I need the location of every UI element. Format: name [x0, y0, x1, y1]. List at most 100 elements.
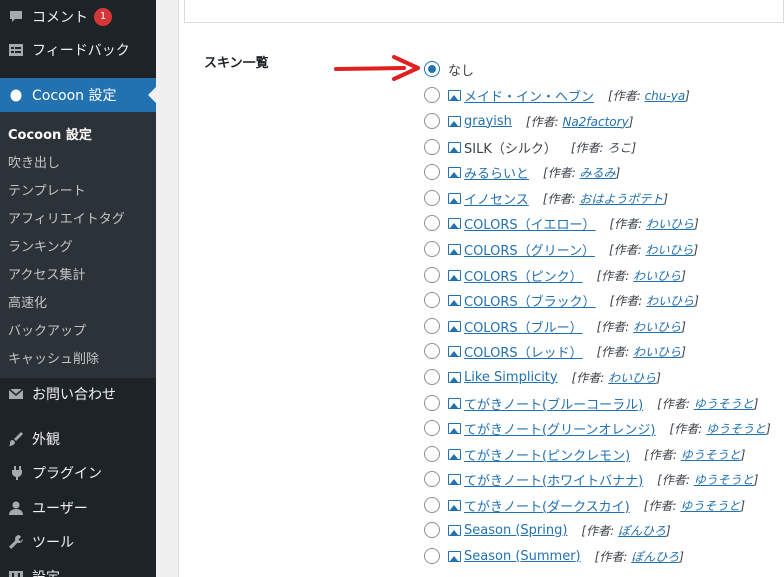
skin-option[interactable]: てがきノート(ブルーコーラル) [作者: ゆうそうと] [424, 392, 758, 414]
skin-option[interactable]: イノセンス [作者: おはようポテト] [424, 187, 668, 209]
menu-item-appearance[interactable]: 外観 [0, 422, 156, 456]
skin-radio-button[interactable] [424, 420, 440, 436]
skin-radio-button[interactable] [424, 292, 440, 308]
skin-radio-button[interactable] [424, 548, 440, 564]
menu-item-settings[interactable]: 設定 [0, 560, 156, 577]
skin-option[interactable]: なし [424, 58, 474, 80]
skin-radio-button[interactable] [424, 318, 440, 334]
skin-radio-button[interactable] [424, 61, 440, 77]
skin-radio-button[interactable] [424, 369, 440, 385]
skin-radio-button[interactable] [424, 446, 440, 462]
image-preview-icon[interactable] [448, 141, 461, 153]
author-link[interactable]: わいひら [646, 243, 694, 257]
author-link[interactable]: ゆうそうと [706, 422, 766, 436]
image-preview-icon[interactable] [448, 473, 461, 485]
skin-radio-button[interactable] [424, 139, 440, 155]
submenu-item-cocoon-settings[interactable]: Cocoon 設定 [8, 124, 92, 143]
skin-option[interactable]: みるらいと [作者: みるみ] [424, 161, 620, 183]
author-link[interactable]: わいひら [633, 320, 681, 334]
skin-name-link[interactable]: grayish [464, 114, 512, 129]
author-link[interactable]: ゆうそうと [694, 397, 754, 411]
skin-radio-button[interactable] [424, 164, 440, 180]
skin-name-link[interactable]: てがきノート(グリーンオレンジ) [464, 419, 656, 438]
submenu-item-cache-clear[interactable]: キャッシュ削除 [8, 348, 99, 367]
author-link[interactable]: おはようポテト [579, 192, 663, 206]
skin-radio-button[interactable] [424, 522, 440, 538]
author-link[interactable]: Na2factory [562, 115, 628, 129]
image-preview-icon[interactable] [448, 294, 461, 306]
skin-name-link[interactable]: COLORS（ブラック） [464, 291, 596, 310]
author-link[interactable]: みるみ [580, 166, 616, 180]
image-preview-icon[interactable] [448, 371, 461, 383]
skin-radio-button[interactable] [424, 190, 440, 206]
skin-name-link[interactable]: てがきノート(ピンクレモン) [464, 445, 630, 464]
skin-radio-button[interactable] [424, 471, 440, 487]
skin-option[interactable]: てがきノート(ピンクレモン) [作者: ゆうそうと] [424, 443, 745, 465]
image-preview-icon[interactable] [448, 115, 461, 127]
skin-option[interactable]: てがきノート(ホワイトバナナ) [作者: ゆうそうと] [424, 468, 758, 490]
menu-item-tools[interactable]: ツール [0, 525, 156, 559]
skin-option[interactable]: メイド・イン・ヘブン [作者: chu-ya] [424, 84, 690, 106]
skin-name-link[interactable]: Season (Spring) [464, 523, 567, 538]
skin-name-link[interactable]: メイド・イン・ヘブン [464, 86, 594, 105]
author-link[interactable]: ぽんひろ [618, 524, 666, 538]
author-link[interactable]: ゆうそうと [680, 499, 740, 513]
skin-name-link[interactable]: COLORS（イエロー） [464, 214, 595, 233]
author-link[interactable]: わいひら [646, 217, 694, 231]
submenu-item-speed-up[interactable]: 高速化 [8, 292, 47, 311]
skin-name-link[interactable]: Season (Summer) [464, 549, 581, 564]
image-preview-icon[interactable] [448, 320, 461, 332]
author-link[interactable]: ゆうそうと [681, 448, 741, 462]
skin-option[interactable]: Season (Spring) [作者: ぽんひろ] [424, 519, 671, 541]
skin-option[interactable]: COLORS（ブルー） [作者: わいひら] [424, 315, 686, 337]
image-preview-icon[interactable] [448, 397, 461, 409]
submenu-item-ranking[interactable]: ランキング [8, 236, 73, 255]
author-link[interactable]: わいひら [646, 294, 694, 308]
submenu-item-template[interactable]: テンプレート [8, 180, 86, 199]
skin-radio-button[interactable] [424, 497, 440, 513]
menu-item-contact[interactable]: お問い合わせ [0, 377, 156, 411]
submenu-item-affiliate-tag[interactable]: アフィリエイトタグ [8, 208, 125, 227]
menu-item-feedback[interactable]: フィードバック [0, 33, 156, 67]
image-preview-icon[interactable] [448, 243, 461, 255]
skin-radio-button[interactable] [424, 343, 440, 359]
skin-option[interactable]: SILK（シルク） [作者: ろこ] [424, 136, 636, 158]
skin-radio-button[interactable] [424, 113, 440, 129]
submenu-item-backup[interactable]: バックアップ [8, 320, 86, 339]
skin-radio-button[interactable] [424, 267, 440, 283]
skin-radio-button[interactable] [424, 87, 440, 103]
menu-item-users[interactable]: ユーザー [0, 491, 156, 525]
skin-name-link[interactable]: てがきノート(ダークスカイ) [464, 496, 630, 515]
menu-item-plugins[interactable]: プラグイン [0, 456, 156, 490]
skin-option[interactable]: COLORS（ピンク） [作者: わいひら] [424, 264, 686, 286]
image-preview-icon[interactable] [448, 345, 461, 357]
skin-name-link[interactable]: COLORS（ブルー） [464, 317, 583, 336]
skin-option[interactable]: COLORS（レッド） [作者: わいひら] [424, 340, 686, 362]
skin-option[interactable]: COLORS（イエロー） [作者: わいひら] [424, 212, 699, 234]
author-link[interactable]: ゆうそうと [694, 473, 754, 487]
image-preview-icon[interactable] [448, 89, 461, 101]
author-link[interactable]: ぽんひろ [631, 550, 679, 564]
skin-name-link[interactable]: みるらいと [464, 163, 529, 182]
skin-name-link[interactable]: イノセンス [464, 189, 529, 208]
author-link[interactable]: chu-ya [645, 89, 686, 103]
submenu-item-balloon[interactable]: 吹き出し [8, 152, 60, 171]
menu-item-comments[interactable]: コメント 1 [0, 0, 156, 34]
skin-radio-button[interactable] [424, 215, 440, 231]
skin-option[interactable]: てがきノート(グリーンオレンジ) [作者: ゆうそうと] [424, 417, 771, 439]
skin-name-link[interactable]: COLORS（ピンク） [464, 266, 583, 285]
author-link[interactable]: わいひら [633, 345, 681, 359]
skin-name-link[interactable]: Like Simplicity [464, 370, 558, 385]
author-link[interactable]: わいひら [633, 269, 681, 283]
image-preview-icon[interactable] [448, 448, 461, 460]
image-preview-icon[interactable] [448, 269, 461, 281]
submenu-item-access-count[interactable]: アクセス集計 [8, 264, 85, 283]
image-preview-icon[interactable] [448, 166, 461, 178]
menu-item-cocoon-settings[interactable]: Cocoon 設定 [0, 78, 156, 112]
skin-name-link[interactable]: COLORS（グリーン） [464, 240, 595, 259]
skin-option[interactable]: COLORS（ブラック） [作者: わいひら] [424, 289, 699, 311]
author-link[interactable]: わいひら [608, 371, 656, 385]
skin-option[interactable]: COLORS（グリーン） [作者: わいひら] [424, 238, 698, 260]
image-preview-icon[interactable] [448, 524, 461, 536]
image-preview-icon[interactable] [448, 217, 461, 229]
